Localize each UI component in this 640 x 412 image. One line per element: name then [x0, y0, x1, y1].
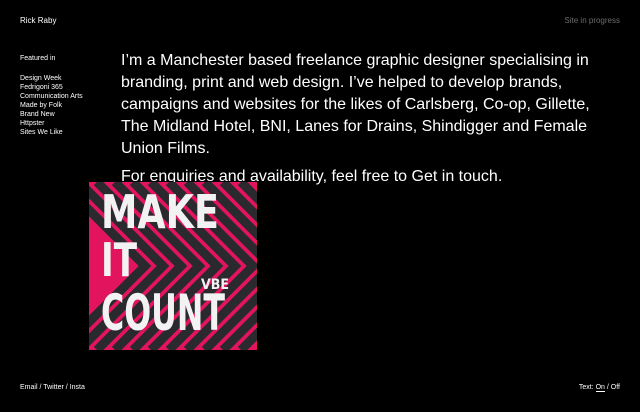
artwork-badge: VBE: [201, 277, 229, 293]
artwork-line-make: MAKE: [101, 185, 219, 239]
list-item: Brand New: [20, 110, 83, 119]
text-on-option[interactable]: On: [595, 384, 605, 392]
list-item: Httpster: [20, 119, 83, 128]
list-item: Made by Folk: [20, 101, 83, 110]
featured-link-brand-new[interactable]: Brand New: [20, 111, 55, 118]
artwork-line-it: IT: [101, 233, 138, 287]
featured-link-design-week[interactable]: Design Week: [20, 75, 62, 82]
featured-link-httpster[interactable]: Httpster: [20, 120, 45, 127]
intro-text: I’m a Manchester based freelance graphic…: [121, 50, 611, 188]
get-in-touch-link[interactable]: Get in touch: [412, 168, 498, 185]
site-status: Site in progress: [564, 16, 620, 25]
email-link[interactable]: Email: [20, 384, 38, 391]
project-artwork[interactable]: MAKE IT COUNT VBE: [89, 182, 257, 350]
cta-suffix: .: [497, 168, 503, 185]
artwork-graphic: MAKE IT COUNT VBE: [89, 182, 257, 350]
list-item: Design Week: [20, 74, 83, 83]
insta-link[interactable]: Insta: [70, 384, 85, 391]
featured-link-sites-we-like[interactable]: Sites We Like: [20, 129, 63, 136]
twitter-link[interactable]: Twitter: [43, 384, 64, 391]
site-name-link[interactable]: Rick Raby: [20, 16, 56, 25]
featured-link-communication-arts[interactable]: Communication Arts: [20, 93, 83, 100]
list-item: Communication Arts: [20, 92, 83, 101]
social-links: Email / Twitter / Insta: [20, 384, 85, 391]
text-off-option[interactable]: Off: [611, 384, 620, 391]
featured-heading: Featured in: [20, 55, 56, 62]
featured-link-fedrigoni-365[interactable]: Fedrigoni 365: [20, 84, 63, 91]
page: Rick Raby Site in progress Featured in D…: [0, 0, 640, 412]
featured-link-made-by-folk[interactable]: Made by Folk: [20, 102, 62, 109]
text-toggle: Text: On / Off: [578, 384, 620, 392]
text-toggle-label: Text:: [578, 384, 594, 391]
featured-list: Design Week Fedrigoni 365 Communication …: [20, 74, 83, 137]
intro-paragraph: I’m a Manchester based freelance graphic…: [121, 52, 590, 157]
list-item: Sites We Like: [20, 128, 83, 137]
list-item: Fedrigoni 365: [20, 83, 83, 92]
